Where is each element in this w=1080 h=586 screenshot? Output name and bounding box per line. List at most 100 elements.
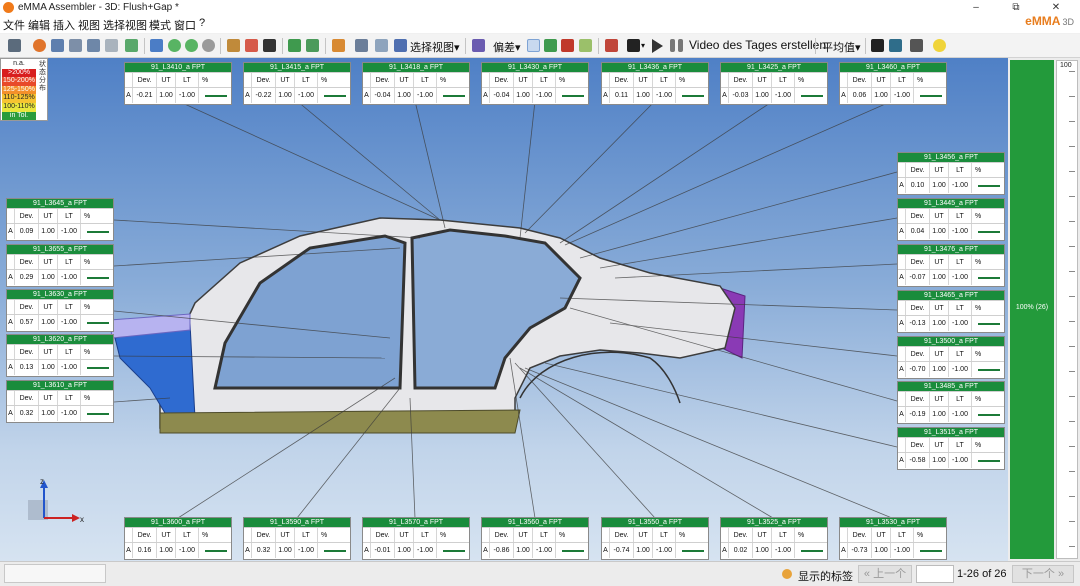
measurement-card[interactable]: 91_L3620_a FPT Dev. UT LT% A 0.13 1.00 -1.00 [6, 334, 114, 377]
measurement-card[interactable]: 91_L3456_a FPT Dev. UT LT% A 0.10 1.00 -1.00 [897, 152, 1005, 195]
card-header-row: Dev. UT LT% [898, 208, 1004, 224]
measurement-card[interactable]: 91_L3410_a FPT Dev. UT LT% A -0.21 1.00 -1.00 [124, 62, 232, 105]
axis-x-label: x [80, 515, 84, 524]
cube-icon[interactable] [889, 39, 902, 52]
filter-icon[interactable] [544, 39, 557, 52]
play-icon[interactable] [652, 39, 663, 53]
menu-select-view[interactable]: 选择视图 [103, 17, 147, 33]
measurement-card[interactable]: 91_L3430_a FPT Dev. UT LT% A -0.04 1.00 -1.00 [481, 62, 589, 105]
camera-dropdown-arrow[interactable]: ▾ [641, 41, 645, 50]
alarm-icon[interactable] [605, 39, 618, 52]
ut-header: UT [39, 209, 58, 224]
bulb-icon[interactable] [933, 39, 946, 52]
average-dropdown[interactable]: 平均值▾ [822, 39, 861, 55]
deviation-dropdown[interactable]: 偏差▾ [493, 39, 521, 55]
new-icon[interactable] [8, 39, 21, 52]
report-icon[interactable] [375, 39, 388, 52]
export-icon[interactable] [245, 39, 258, 52]
measurement-card[interactable]: 91_L3445_a FPT Dev. UT LT% A 0.04 1.00 -1.00 [897, 198, 1005, 241]
card-value-row: A 0.16 1.00 -1.00 [125, 542, 231, 558]
video-camera-icon[interactable] [627, 39, 640, 52]
copy-icon[interactable] [105, 39, 118, 52]
refresh-icon[interactable] [150, 39, 163, 52]
create-video-button[interactable]: Video des Tages erstellen [689, 38, 826, 52]
measurement-card[interactable]: 91_L3465_a FPT Dev. UT LT% A -0.13 1.00 -1.00 [897, 290, 1005, 333]
dev-value: 0.02 [729, 543, 753, 558]
measurement-card[interactable]: 91_L3630_a FPT Dev. UT LT% A 0.57 1.00 -1.00 [6, 289, 114, 332]
card-header-row: Dev. UT LT% [898, 391, 1004, 407]
menu-edit[interactable]: 编辑 [28, 17, 50, 33]
save-icon[interactable] [51, 39, 64, 52]
menu-window[interactable]: 窗口 [174, 17, 196, 33]
pin-icon[interactable] [263, 39, 276, 52]
measurement-card[interactable]: 91_L3655_a FPT Dev. UT LT% A 0.29 1.00 -1.00 [6, 244, 114, 287]
measurement-card[interactable]: 91_L3436_a FPT Dev. UT LT% A 0.11 1.00 -1.00 [601, 62, 709, 105]
axis-triad: z x [28, 478, 84, 524]
next-button[interactable]: 下一个 » [1012, 565, 1074, 583]
menu-view[interactable]: 视图 [78, 17, 100, 33]
prev-button[interactable]: « 上一个 [858, 565, 912, 583]
measurement-card[interactable]: 91_L3560_a FPT Dev. UT LT% A -0.86 1.00 -1.00 [481, 517, 589, 560]
pct-bar [920, 95, 942, 97]
back-icon[interactable] [168, 39, 181, 52]
select-view-dropdown[interactable]: 选择视图▾ [410, 39, 460, 55]
card-header-row: Dev. UT LT% [898, 254, 1004, 270]
measurement-card[interactable]: 91_L3485_a FPT Dev. UT LT% A -0.19 1.00 -1.00 [897, 381, 1005, 424]
3d-viewport[interactable]: n.a. >200% 150-200% 125-150% 110-125% 10… [0, 58, 1008, 561]
dev-value: -0.21 [133, 88, 157, 103]
select-icon[interactable] [527, 39, 540, 52]
row-label-a: A [125, 543, 133, 558]
paste-icon[interactable] [125, 39, 138, 52]
menu-insert[interactable]: 插入 [53, 17, 75, 33]
link-icon[interactable] [306, 39, 319, 52]
camera-icon[interactable] [355, 39, 368, 52]
measurement-card[interactable]: 91_L3570_a FPT Dev. UT LT% A -0.01 1.00 -1.00 [362, 517, 470, 560]
deviation-icon [472, 39, 485, 52]
screenshot-icon[interactable] [910, 39, 923, 52]
measurement-card[interactable]: 91_L3460_a FPT Dev. UT LT% A 0.06 1.00 -1.00 [839, 62, 947, 105]
open-icon[interactable] [33, 39, 46, 52]
save-as-icon[interactable] [69, 39, 82, 52]
import-icon[interactable] [227, 39, 240, 52]
home-icon[interactable] [332, 39, 345, 52]
measurement-card[interactable]: 91_L3550_a FPT Dev. UT LT% A -0.74 1.00 -1.00 [601, 517, 709, 560]
pause-icon[interactable] [670, 39, 675, 52]
menu-file[interactable]: 文件 [3, 17, 25, 33]
dev-value: 0.29 [15, 270, 39, 285]
measurement-card[interactable]: 91_L3645_a FPT Dev. UT LT% A 0.09 1.00 -1.00 [6, 198, 114, 241]
measurement-card[interactable]: 91_L3415_a FPT Dev. UT LT% A -0.22 1.00 -1.00 [243, 62, 351, 105]
forward-icon[interactable] [185, 39, 198, 52]
page-input[interactable] [916, 565, 954, 583]
menu-help[interactable]: ? [199, 17, 205, 29]
fit-icon[interactable] [288, 39, 301, 52]
measurement-card[interactable]: 91_L3500_a FPT Dev. UT LT% A -0.70 1.00 -1.00 [897, 336, 1005, 379]
measurement-card[interactable]: 91_L3515_a FPT Dev. UT LT% A -0.58 1.00 -1.00 [897, 427, 1005, 470]
dev-value: -0.13 [906, 316, 930, 331]
stop-icon[interactable] [202, 39, 215, 52]
color-icon[interactable] [561, 39, 574, 52]
legend-vertical-label: 状态分布 [39, 61, 46, 92]
legend-row-110-125: 110-125% [2, 94, 36, 103]
views-icon[interactable] [394, 39, 407, 52]
measurement-card[interactable]: 91_L3418_a FPT Dev. UT LT% A -0.04 1.00 -1.00 [362, 62, 470, 105]
dev-header: Dev. [906, 347, 930, 362]
measurement-card[interactable]: 91_L3425_a FPT Dev. UT LT% A -0.03 1.00 -1.00 [720, 62, 828, 105]
measurement-card[interactable]: 91_L3525_a FPT Dev. UT LT% A 0.02 1.00 -1.00 [720, 517, 828, 560]
pct-bar [978, 277, 1000, 279]
toolbar-separator [144, 38, 145, 54]
graph-icon[interactable] [579, 39, 592, 52]
measurement-card[interactable]: 91_L3476_a FPT Dev. UT LT% A -0.07 1.00 -1.00 [897, 244, 1005, 287]
print-icon[interactable] [87, 39, 100, 52]
ut-value: 1.00 [753, 543, 772, 558]
measurement-card[interactable]: 91_L3600_a FPT Dev. UT LT% A 0.16 1.00 -1.00 [124, 517, 232, 560]
card-value-row: A -0.86 1.00 -1.00 [482, 542, 588, 558]
pct-header: % [559, 532, 566, 539]
measurement-card[interactable]: 91_L3610_a FPT Dev. UT LT% A 0.32 1.00 -1.00 [6, 380, 114, 423]
measurement-card[interactable]: 91_L3590_a FPT Dev. UT LT% A 0.32 1.00 -1.00 [243, 517, 351, 560]
measurement-card[interactable]: 91_L3530_a FPT Dev. UT LT% A -0.73 1.00 -1.00 [839, 517, 947, 560]
show-labels-text[interactable]: 显示的标签 [798, 568, 853, 584]
pct-header: % [679, 77, 686, 84]
minimize-button[interactable]: – [956, 0, 996, 16]
menu-mode[interactable]: 模式 [149, 17, 171, 33]
lambda-icon[interactable] [871, 39, 884, 52]
